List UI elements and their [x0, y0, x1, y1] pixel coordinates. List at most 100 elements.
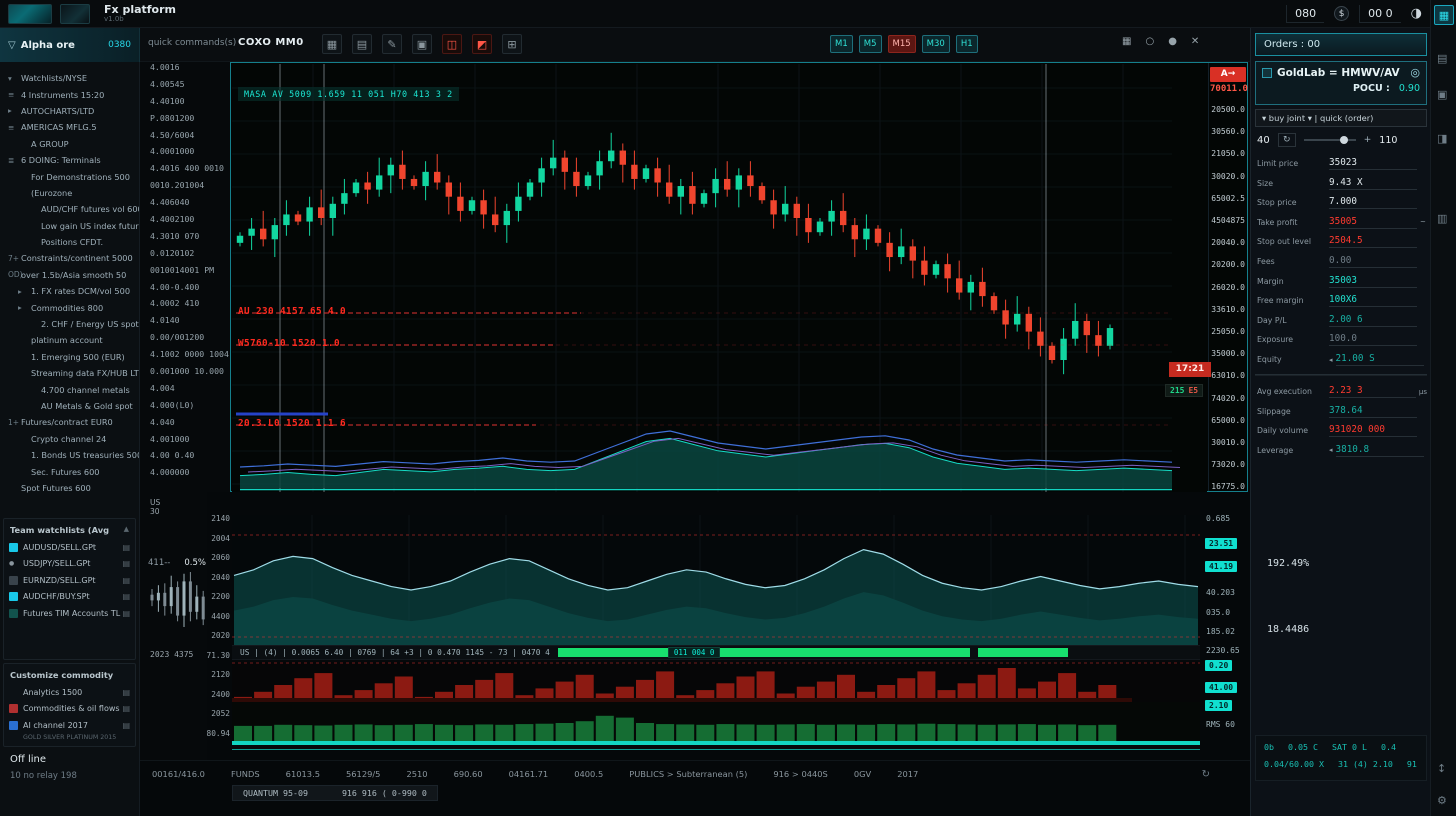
- sidebar-item[interactable]: 2. CHF / Energy US spot: [0, 316, 139, 332]
- tile-icon[interactable]: ▦: [1122, 36, 1131, 47]
- columns-icon[interactable]: ▥: [1437, 212, 1447, 225]
- sidebar-item[interactable]: OD)over 1.5b/Asia smooth 50: [0, 267, 139, 283]
- commodity-row[interactable]: AI channel 2017▤: [4, 717, 135, 734]
- candle-red-icon[interactable]: ◫: [442, 34, 462, 54]
- sidebar-item[interactable]: ≣6 DOING: Terminals: [0, 152, 139, 168]
- sidebar-item[interactable]: ▸AUTOCHARTS/LTD: [0, 103, 139, 119]
- close-icon[interactable]: ✕: [1191, 36, 1199, 47]
- sidebar-item[interactable]: (Eurozone: [0, 185, 139, 201]
- sidebar-item[interactable]: A GROUP: [0, 136, 139, 152]
- sidebar-item[interactable]: Positions CFDT.: [0, 234, 139, 250]
- order-field-value[interactable]: 35003: [1329, 275, 1417, 288]
- row-menu-icon[interactable]: ▤: [122, 543, 130, 552]
- sidebar-item[interactable]: 1. Emerging 500 (EUR): [0, 349, 139, 365]
- timeframe-button[interactable]: M5: [859, 35, 882, 53]
- watchlist-header[interactable]: ▽ Alpha ore 0380: [0, 28, 140, 62]
- row-menu-icon[interactable]: ▤: [122, 688, 130, 697]
- volume-plot[interactable]: [232, 702, 1200, 741]
- main-candlestick-chart[interactable]: MASA AV 5009 1.659 11 051 H70 413 3 2 AU…: [230, 62, 1248, 492]
- order-field-value[interactable]: 35005: [1329, 216, 1417, 229]
- timeframe-button[interactable]: M30: [922, 35, 950, 53]
- sidebar-item[interactable]: AU Metals & Gold spot: [0, 398, 139, 414]
- chart-symbol-tab[interactable]: COXO MM0: [238, 37, 304, 48]
- order-panel-header[interactable]: Orders : 00: [1255, 33, 1427, 56]
- coin-icon[interactable]: $: [1334, 6, 1349, 21]
- order-field-value[interactable]: 2504.5: [1329, 235, 1417, 248]
- window-icon[interactable]: ▣: [1437, 88, 1447, 101]
- sidebar-item[interactable]: ≡AMERICAS MFLG.5: [0, 119, 139, 135]
- refresh-icon[interactable]: ↻: [1202, 769, 1210, 780]
- grid-icon[interactable]: ▦: [322, 34, 342, 54]
- list-icon[interactable]: ▤: [1437, 52, 1447, 65]
- sidebar-item[interactable]: Spot Futures 600: [0, 480, 139, 496]
- sidebar-item[interactable]: 1+Futures/contract EUR0: [0, 414, 139, 430]
- symbol-info-icon[interactable]: ◎: [1410, 66, 1420, 79]
- minimize-icon[interactable]: ○: [1145, 36, 1154, 47]
- settings-gear-icon[interactable]: ⚙: [1437, 794, 1447, 807]
- order-field-value[interactable]: 100.0: [1329, 333, 1417, 346]
- plus-icon[interactable]: ⊞: [502, 34, 522, 54]
- layout-icon[interactable]: ▤: [352, 34, 372, 54]
- row-arrow-icon[interactable]: ◂: [1329, 356, 1333, 364]
- volume-qty[interactable]: 110: [1379, 135, 1397, 146]
- order-field-value[interactable]: 7.000: [1329, 196, 1417, 209]
- sidebar-item[interactable]: Crypto channel 24: [0, 431, 139, 447]
- row-menu-icon[interactable]: ▤: [122, 592, 130, 601]
- volume-value[interactable]: 40: [1257, 135, 1270, 146]
- timeframe-button[interactable]: H1: [956, 35, 978, 53]
- indicator-panel[interactable]: 214020042060204022004400202071.302120240…: [207, 492, 1250, 760]
- status-highlight-box[interactable]: QUANTUM 95-09 916 916 ( 0-990 0: [232, 785, 438, 801]
- logo-thumbnail-2[interactable]: [60, 4, 90, 24]
- row-menu-icon[interactable]: ▤: [122, 704, 130, 713]
- order-field-value[interactable]: 21.00 S: [1336, 353, 1424, 366]
- candlestick-plot[interactable]: [232, 64, 1207, 492]
- collapse-caret-icon[interactable]: ▲: [124, 525, 129, 535]
- slider-knob[interactable]: [1340, 136, 1348, 144]
- order-field-value[interactable]: 3810.8: [1336, 444, 1424, 457]
- sidebar-item[interactable]: Streaming data FX/HUB LTD: [0, 365, 139, 381]
- timeframe-button[interactable]: M15: [888, 35, 916, 53]
- volume-plus-button[interactable]: +: [1364, 135, 1372, 145]
- order-field-value[interactable]: 0.00: [1329, 255, 1417, 268]
- row-arrow-icon[interactable]: ◂: [1329, 446, 1333, 454]
- doc-icon[interactable]: ▣: [412, 34, 432, 54]
- sidebar-item[interactable]: 4.700 channel metals: [0, 381, 139, 397]
- oscillator-plot[interactable]: [232, 515, 1200, 645]
- order-field-value[interactable]: 2.00 6: [1329, 314, 1417, 327]
- commodity-row[interactable]: Commodities & oil flows▤: [4, 701, 135, 718]
- sidebar-item[interactable]: Sec. Futures 600: [0, 463, 139, 479]
- maximize-icon[interactable]: ●: [1168, 36, 1177, 47]
- volume-slider[interactable]: [1304, 139, 1356, 141]
- timeframe-button[interactable]: M1: [830, 35, 853, 53]
- order-field-value[interactable]: 378.64: [1329, 405, 1417, 418]
- sidebar-item[interactable]: ▸1. FX rates DCM/vol 500: [0, 283, 139, 299]
- row-menu-icon[interactable]: ▤: [122, 559, 130, 568]
- alert-red-icon[interactable]: ◩: [472, 34, 492, 54]
- order-type-dropdown[interactable]: ▾ buy joint ▾ | quick (order): [1255, 109, 1427, 127]
- order-field-value[interactable]: 35023: [1329, 157, 1417, 170]
- sidebar-item[interactable]: ≡4 Instruments 15:20: [0, 86, 139, 102]
- split-icon[interactable]: ◨: [1437, 132, 1447, 145]
- order-field-value[interactable]: 2.23 3: [1329, 385, 1416, 398]
- order-field-value[interactable]: 9.43 X: [1329, 177, 1417, 190]
- watchlist-row[interactable]: AUDCHF/BUY.SPt▤: [4, 589, 135, 606]
- refresh-volume-icon[interactable]: ↻: [1278, 133, 1296, 147]
- price-axis[interactable]: 20500.030560.021050.030020.065002.545048…: [1208, 63, 1248, 491]
- commodity-row[interactable]: Analytics 1500▤: [4, 684, 135, 701]
- donut-chart-icon[interactable]: ◑: [1411, 6, 1422, 21]
- updown-icon[interactable]: ↕: [1437, 762, 1446, 775]
- sidebar-item[interactable]: AUD/CHF futures vol 600: [0, 201, 139, 217]
- sidebar-item[interactable]: platinum account: [0, 332, 139, 348]
- order-field-value[interactable]: 931020 000: [1329, 424, 1417, 437]
- order-field-value[interactable]: 100X6: [1329, 294, 1417, 307]
- panel-toggle-icon[interactable]: ▦: [1434, 5, 1454, 25]
- sidebar-item[interactable]: 1. Bonds US treasuries 500: [0, 447, 139, 463]
- row-menu-icon[interactable]: ▤: [122, 721, 130, 730]
- row-menu-icon[interactable]: ▤: [122, 609, 130, 618]
- sidebar-item[interactable]: ▸Commodities 800: [0, 299, 139, 315]
- logo-thumbnail-1[interactable]: [8, 4, 52, 24]
- watchlist-row[interactable]: Futures TIM Accounts TL▤: [4, 605, 135, 622]
- sidebar-item[interactable]: 7+Constraints/continent 5000: [0, 250, 139, 266]
- watchlist-row[interactable]: EURNZD/SELL.GPt▤: [4, 572, 135, 589]
- pencil-icon[interactable]: ✎: [382, 34, 402, 54]
